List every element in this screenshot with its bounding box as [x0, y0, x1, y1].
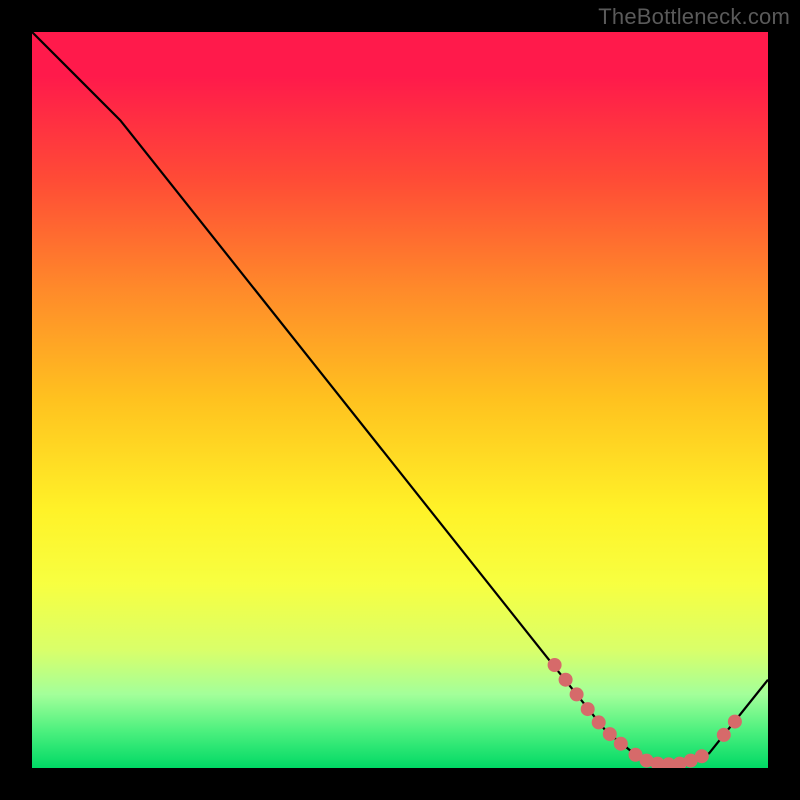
curve-marker — [581, 702, 595, 716]
chart-overlay — [32, 32, 768, 768]
plot-area — [32, 32, 768, 768]
curve-marker — [592, 715, 606, 729]
curve-marker — [728, 715, 742, 729]
curve-marker — [548, 658, 562, 672]
curve-marker — [603, 727, 617, 741]
curve-marker — [614, 737, 628, 751]
curve-marker — [695, 749, 709, 763]
curve-marker — [570, 687, 584, 701]
chart-frame: TheBottleneck.com — [0, 0, 800, 800]
watermark-text: TheBottleneck.com — [598, 4, 790, 30]
curve-marker — [559, 673, 573, 687]
marker-group — [548, 658, 742, 768]
curve-marker — [717, 728, 731, 742]
bottleneck-curve — [32, 32, 768, 764]
